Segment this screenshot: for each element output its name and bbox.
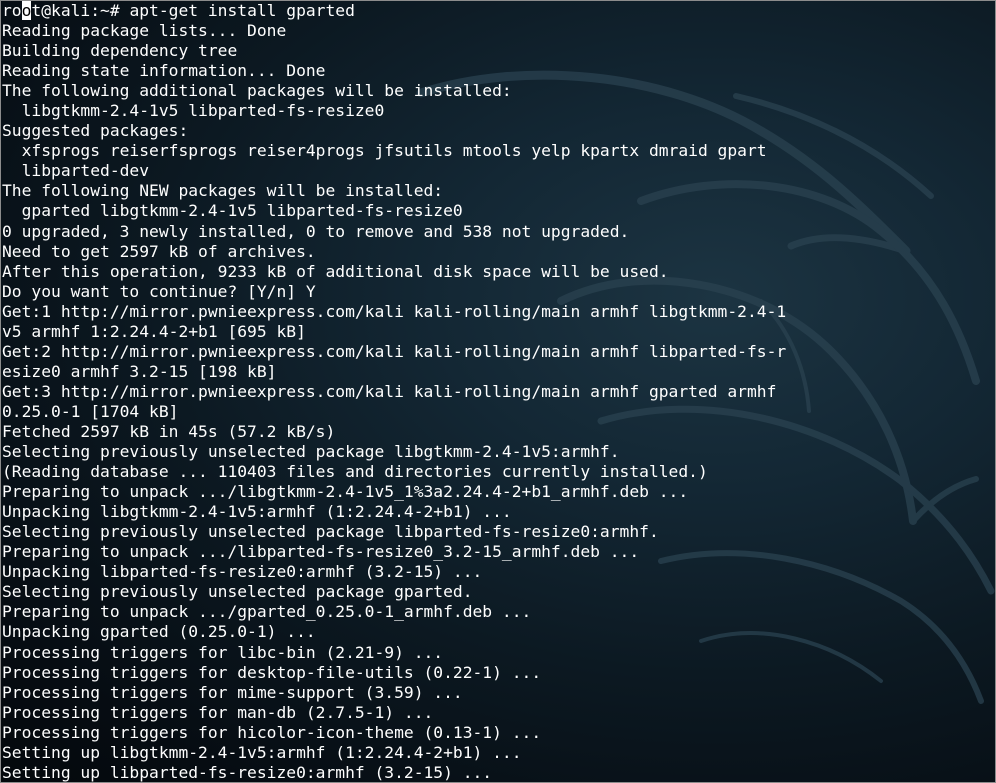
- output-line: Selecting previously unselected package …: [2, 522, 659, 542]
- output-line: Selecting previously unselected package …: [2, 442, 620, 462]
- output-line: Processing triggers for mime-support (3.…: [2, 682, 463, 702]
- output-line: Unpacking gparted (0.25.0-1) ...: [2, 622, 316, 642]
- prompt-text-after-cursor: t@kali:~# apt-get install gparted: [31, 1, 355, 20]
- output-line: Fetched 2597 kB in 45s (57.2 kB/s): [2, 421, 336, 441]
- output-line: v5 armhf 1:2.24.4-2+b1 [695 kB]: [2, 321, 306, 341]
- output-line: Get:3 http://mirror.pwnieexpress.com/kal…: [2, 381, 777, 401]
- output-line: Unpacking libgtkmm-2.4-1v5:armhf (1:2.24…: [2, 502, 512, 522]
- output-line: Unpacking libparted-fs-resize0:armhf (3.…: [2, 562, 483, 582]
- output-line: libparted-dev: [2, 161, 150, 181]
- output-line: Get:1 http://mirror.pwnieexpress.com/kal…: [2, 301, 787, 321]
- output-line: Setting up libparted-fs-resize0:armhf (3…: [2, 762, 493, 782]
- output-line: Processing triggers for libc-bin (2.21-9…: [2, 642, 444, 662]
- output-line: Processing triggers for man-db (2.7.5-1)…: [2, 702, 434, 722]
- output-line: Processing triggers for desktop-file-uti…: [2, 662, 542, 682]
- output-line: esize0 armhf 3.2-15 [198 kB]: [2, 361, 277, 381]
- output-line: Preparing to unpack .../libparted-fs-res…: [2, 542, 640, 562]
- terminal-output: root@kali:~# apt-get install gparted Read…: [2, 1, 787, 782]
- output-line: After this operation, 9233 kB of additio…: [2, 261, 669, 281]
- terminal-window[interactable]: root@kali:~# apt-get install gparted Read…: [0, 0, 996, 783]
- output-line: The following NEW packages will be insta…: [2, 181, 444, 201]
- output-line: Processing triggers for hicolor-icon-the…: [2, 722, 542, 742]
- output-line: Building dependency tree: [2, 41, 238, 61]
- output-line: Selecting previously unselected package …: [2, 582, 473, 602]
- output-line: Suggested packages:: [2, 121, 189, 141]
- prompt-text-before-cursor: ro: [2, 1, 22, 20]
- output-line: Setting up libgtkmm-2.4-1v5:armhf (1:2.2…: [2, 742, 522, 762]
- output-line: Reading package lists... Done: [2, 21, 287, 41]
- output-line: Need to get 2597 kB of archives.: [2, 241, 316, 261]
- output-line: Preparing to unpack .../libgtkmm-2.4-1v5…: [2, 482, 689, 502]
- output-line: Reading state information... Done: [2, 61, 326, 81]
- output-line: Preparing to unpack .../gparted_0.25.0-1…: [2, 602, 532, 622]
- output-line: gparted libgtkmm-2.4-1v5 libparted-fs-re…: [2, 201, 463, 221]
- output-line: Do you want to continue? [Y/n] Y: [2, 281, 316, 301]
- output-line: Get:2 http://mirror.pwnieexpress.com/kal…: [2, 341, 787, 361]
- output-line: The following additional packages will b…: [2, 81, 512, 101]
- output-line: xfsprogs reiserfsprogs reiser4progs jfsu…: [2, 141, 767, 161]
- output-line: libgtkmm-2.4-1v5 libparted-fs-resize0: [2, 101, 385, 121]
- output-line: 0.25.0-1 [1704 kB]: [2, 401, 179, 421]
- output-line: (Reading database ... 110403 files and d…: [2, 462, 708, 482]
- text-cursor: o: [21, 1, 32, 20]
- command-prompt-line: root@kali:~# apt-get install gparted: [2, 1, 786, 21]
- output-line: 0 upgraded, 3 newly installed, 0 to remo…: [2, 221, 630, 241]
